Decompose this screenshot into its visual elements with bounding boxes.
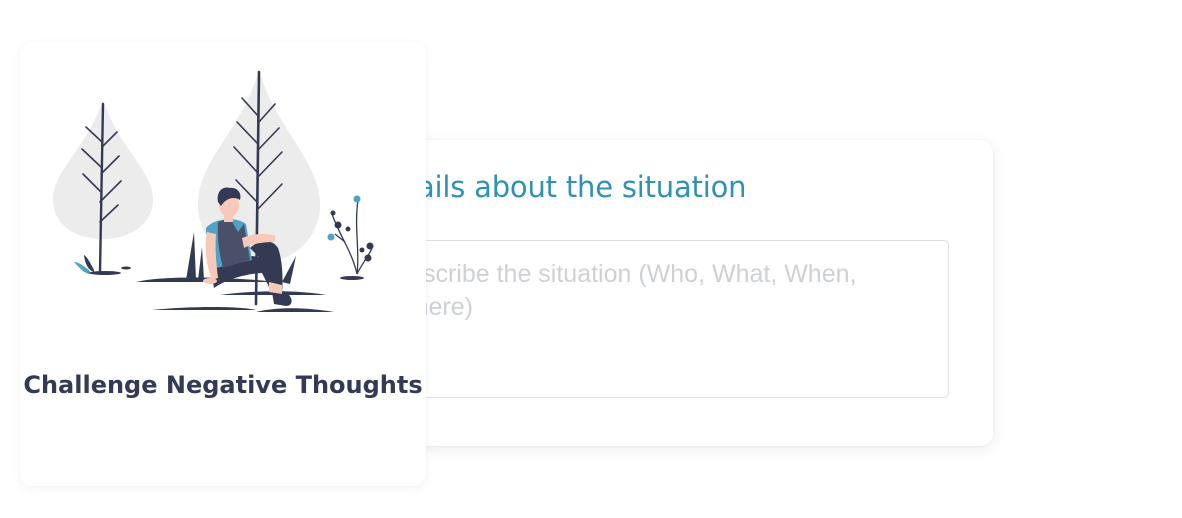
situation-form-card: Details about the situation bbox=[330, 140, 993, 446]
challenge-negative-thoughts-card[interactable]: Challenge Negative Thoughts bbox=[20, 42, 426, 486]
person-sitting-under-trees-illustration bbox=[53, 70, 374, 312]
situation-description-input[interactable] bbox=[370, 240, 949, 398]
exercise-card-title: Challenge Negative Thoughts bbox=[23, 371, 423, 399]
